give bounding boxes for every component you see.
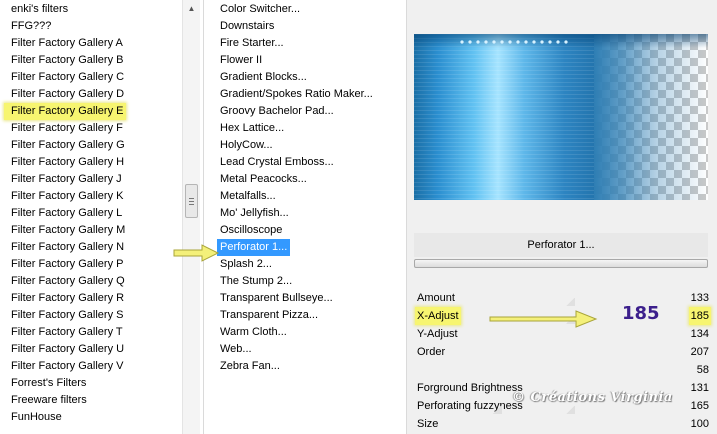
filter-item[interactable]: Color Switcher... — [217, 1, 303, 18]
filter-item[interactable]: Hex Lattice... — [217, 120, 287, 137]
filter-item[interactable]: Warm Cloth... — [217, 324, 290, 341]
filter-item[interactable]: Gradient Blocks... — [217, 69, 310, 86]
param-label: Order — [417, 346, 446, 358]
arrow-right-icon — [173, 244, 220, 262]
filter-list-panel: Color Switcher... Downstairs Fire Starter.… — [205, 0, 405, 434]
preview-image — [414, 34, 708, 200]
category-item[interactable]: Filter Factory Gallery N — [8, 239, 127, 256]
category-item[interactable]: Filter Factory Gallery T — [8, 324, 126, 341]
grip-line — [189, 198, 194, 199]
filter-item[interactable]: Web... — [217, 341, 255, 358]
param-value[interactable]: 134 — [689, 325, 711, 343]
filter-item[interactable]: Transparent Pizza... — [217, 307, 321, 324]
param-label: X-Adjust — [415, 307, 461, 325]
param-row[interactable]: Order 207 — [414, 343, 711, 361]
category-item[interactable]: Filter Factory Gallery M — [8, 222, 128, 239]
annotation-value: 185 — [622, 303, 660, 324]
arrow-right-icon — [489, 310, 598, 328]
chevron-up-icon[interactable]: ▲ — [183, 0, 200, 17]
category-item[interactable]: Filter Factory Gallery H — [8, 154, 127, 171]
category-item[interactable]: Filter Factory Gallery C — [8, 69, 127, 86]
category-item[interactable]: Filter Factory Gallery F — [8, 120, 126, 137]
param-value[interactable]: 58 — [695, 361, 711, 379]
param-value[interactable]: 207 — [689, 343, 711, 361]
category-item[interactable]: Filter Factory Gallery S — [8, 307, 126, 324]
category-item[interactable]: enki's filters — [8, 1, 71, 18]
parameter-slider[interactable] — [414, 259, 708, 268]
category-item[interactable]: Filter Factory Gallery Q — [8, 273, 128, 290]
category-item[interactable]: Filter Factory Gallery B — [8, 52, 126, 69]
category-item[interactable]: Filter Factory Gallery A — [8, 35, 126, 52]
filter-item[interactable]: The Stump 2... — [217, 273, 295, 290]
filter-item[interactable]: Gradient/Spokes Ratio Maker... — [217, 86, 376, 103]
watermark: © Créations Virginia — [512, 390, 673, 405]
filter-item[interactable]: Oscilloscope — [217, 222, 285, 239]
preview-perforation-dots — [458, 40, 568, 44]
category-item[interactable]: FFG??? — [8, 18, 54, 35]
category-item[interactable]: Filter Factory Gallery L — [8, 205, 125, 222]
preview-blue-gradient — [414, 34, 614, 200]
category-item[interactable]: Filter Factory Gallery V — [8, 358, 126, 375]
param-value[interactable]: 165 — [689, 397, 711, 415]
category-item[interactable]: Filter Factory Gallery K — [8, 188, 126, 205]
category-scrollbar[interactable]: ▲ — [182, 0, 200, 434]
category-item[interactable]: Forrest's Filters — [8, 375, 89, 392]
param-label: Perforating fuzzyness — [417, 400, 523, 412]
param-row[interactable]: Size 100 — [414, 415, 711, 433]
category-item[interactable]: Filter Factory Gallery U — [8, 341, 127, 358]
param-label: Y-Adjust — [417, 328, 458, 340]
category-item[interactable]: Filter Factory Gallery R — [8, 290, 127, 307]
filter-item[interactable]: Groovy Bachelor Pad... — [217, 103, 337, 120]
filter-item[interactable]: Lead Crystal Emboss... — [217, 154, 337, 171]
filter-item[interactable]: Flower II — [217, 52, 265, 69]
param-value[interactable]: 100 — [689, 415, 711, 433]
grip-line — [189, 204, 194, 205]
param-row[interactable]: 58 — [414, 361, 711, 379]
filter-item[interactable]: Transparent Bullseye... — [217, 290, 336, 307]
param-value[interactable]: 131 — [689, 379, 711, 397]
grip-line — [189, 201, 194, 202]
filter-item[interactable]: Mo' Jellyfish... — [217, 205, 292, 222]
category-item[interactable]: FunHouse — [8, 409, 65, 426]
scrollbar-thumb[interactable] — [185, 184, 198, 218]
panel-divider — [203, 0, 204, 434]
category-item[interactable]: Filter Factory Gallery G — [8, 137, 128, 154]
param-value[interactable]: 133 — [689, 289, 711, 307]
category-item[interactable]: Filter Factory Gallery J — [8, 171, 125, 188]
filter-item[interactable]: Zebra Fan... — [217, 358, 283, 375]
param-label: Size — [417, 418, 439, 430]
param-row[interactable]: Amount 133 — [414, 289, 711, 307]
preview-transparency-fade — [594, 34, 708, 200]
category-item[interactable]: Freeware filters — [8, 392, 90, 409]
param-value[interactable]: 185 — [688, 307, 711, 325]
category-item[interactable]: Filter Factory Gallery D — [8, 86, 127, 103]
filter-item[interactable]: Fire Starter... — [217, 35, 287, 52]
slider-tick — [565, 298, 575, 306]
filter-item[interactable]: Metalfalls... — [217, 188, 279, 205]
filter-item[interactable]: Metal Peacocks... — [217, 171, 310, 188]
category-item[interactable]: Filter Factory Gallery P — [8, 256, 126, 273]
filter-item[interactable]: Downstairs — [217, 18, 277, 35]
category-list-panel: enki's filters FFG??? Filter Factory Galle… — [0, 0, 200, 434]
category-item[interactable]: Filter Factory Gallery E — [4, 103, 127, 120]
filter-settings-panel: Perforator 1... Amount 133 X-Adjust 185 Y-Ad… — [407, 0, 717, 434]
filter-item[interactable]: Splash 2... — [217, 256, 275, 273]
param-label: Amount — [417, 292, 455, 304]
filter-item[interactable]: Perforator 1... — [217, 239, 291, 256]
slider-tick — [492, 406, 502, 414]
param-label: Forground Brightness — [417, 382, 523, 394]
filter-item[interactable]: HolyCow... — [217, 137, 276, 154]
slider-tick — [565, 406, 575, 414]
preset-name: Perforator 1... — [414, 233, 708, 257]
